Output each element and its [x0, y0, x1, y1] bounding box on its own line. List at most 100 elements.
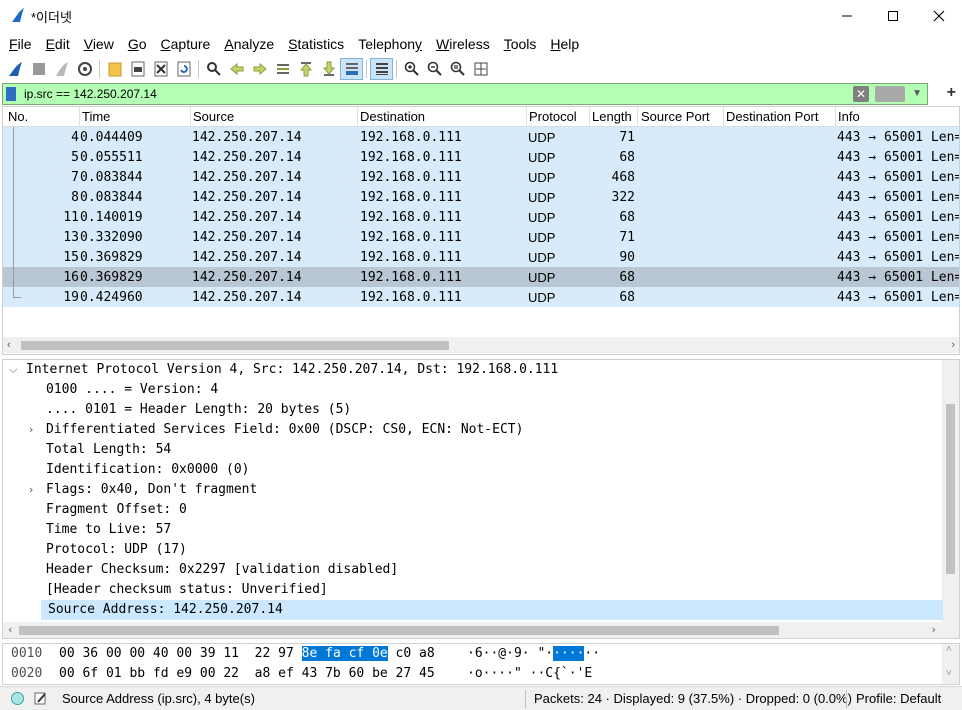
save-file-button[interactable] — [126, 58, 149, 80]
start-capture-button[interactable] — [4, 58, 27, 80]
go-to-packet-button[interactable] — [271, 58, 294, 80]
column-separator[interactable] — [357, 107, 358, 127]
status-profile[interactable]: Profile: Default — [856, 691, 941, 706]
column-separator[interactable] — [835, 107, 836, 127]
detail-tree-item[interactable]: [Header checksum status: Unverified] — [3, 580, 943, 600]
column-header-source[interactable]: Source — [193, 109, 234, 124]
detail-tree-item[interactable]: Fragment Offset: 0 — [3, 500, 943, 520]
packet-row[interactable]: 4 0.044409 142.250.207.14 192.168.0.111 UDP 7… — [3, 127, 959, 147]
column-separator[interactable] — [190, 107, 191, 127]
column-separator[interactable] — [723, 107, 724, 127]
scroll-left-icon[interactable]: ‹ — [7, 337, 11, 353]
go-first-packet-button[interactable] — [294, 58, 317, 80]
detail-tree-item[interactable]: Time to Live: 57 — [3, 520, 943, 540]
column-header-destination[interactable]: Destination — [360, 109, 425, 124]
detail-tree-item[interactable]: Source Address: 142.250.207.14 — [41, 600, 943, 620]
filter-history-dropdown-icon[interactable]: ▼ — [912, 88, 922, 99]
add-filter-button-icon[interactable]: + — [947, 84, 956, 102]
hex-dump[interactable]: 00 6f 01 bb fd e9 00 22 a8 ef 43 7b 60 b… — [59, 664, 435, 684]
scroll-left-icon[interactable]: ‹ — [7, 622, 14, 638]
packet-row[interactable]: 5 0.055511 142.250.207.14 192.168.0.111 UDP 6… — [3, 147, 959, 167]
packet-row[interactable]: 19 0.424960 142.250.207.14 192.168.0.111 UDP… — [3, 287, 959, 307]
column-header-source-port[interactable]: Source Port — [641, 109, 710, 124]
zoom-out-button[interactable] — [423, 58, 446, 80]
scroll-down-icon[interactable]: ˅ — [946, 668, 952, 679]
column-separator[interactable] — [637, 107, 638, 127]
open-file-button[interactable] — [103, 58, 126, 80]
scroll-right-icon[interactable]: › — [930, 622, 937, 638]
filter-text[interactable]: ip.src == 142.250.207.14 — [24, 87, 157, 101]
expert-info-icon[interactable] — [10, 691, 25, 706]
details-vscrollbar[interactable] — [942, 360, 959, 622]
go-forward-button[interactable] — [248, 58, 271, 80]
menu-help[interactable]: Help — [543, 32, 586, 56]
colorize-toggle[interactable] — [370, 58, 393, 80]
ascii-dump[interactable]: ·o····" ··C{`·'E — [467, 664, 592, 684]
column-separator[interactable] — [79, 107, 80, 127]
chevron-right-icon[interactable]: › — [29, 480, 33, 500]
close-file-button[interactable] — [149, 58, 172, 80]
close-button[interactable] — [916, 0, 962, 32]
zoom-reset-button[interactable] — [446, 58, 469, 80]
column-header-destination-port[interactable]: Destination Port — [726, 109, 819, 124]
edit-comment-icon[interactable] — [33, 691, 48, 706]
detail-tree-item[interactable]: .... 0101 = Header Length: 20 bytes (5) — [3, 400, 943, 420]
maximize-button[interactable] — [870, 0, 916, 32]
column-header-no[interactable]: No. — [8, 109, 28, 124]
packet-row[interactable]: 16 0.369829 142.250.207.14 192.168.0.111 UDP… — [3, 267, 959, 287]
detail-tree-item[interactable]: Header Checksum: 0x2297 [validation disa… — [3, 560, 943, 580]
packet-row[interactable]: 11 0.140019 142.250.207.14 192.168.0.111 UDP… — [3, 207, 959, 227]
clear-filter-icon[interactable]: ✕ — [853, 86, 869, 102]
menu-go[interactable]: Go — [121, 32, 154, 56]
chevron-right-icon[interactable]: › — [29, 420, 33, 440]
detail-tree-item[interactable]: Total Length: 54 — [3, 440, 943, 460]
details-hscrollbar[interactable]: ‹ › — [3, 622, 959, 638]
ascii-dump[interactable]: ·6··@·9· "······· — [467, 644, 600, 664]
detail-tree-item[interactable]: 0100 .... = Version: 4 — [3, 380, 943, 400]
zoom-in-button[interactable] — [400, 58, 423, 80]
packet-row[interactable]: 8 0.083844 142.250.207.14 192.168.0.111 UDP 3… — [3, 187, 959, 207]
find-packet-button[interactable] — [202, 58, 225, 80]
hex-dump[interactable]: 00 36 00 00 40 00 39 11 22 97 8e fa cf 0… — [59, 644, 435, 664]
detail-tree-item[interactable]: › Differentiated Services Field: 0x00 (DS… — [3, 420, 943, 440]
menu-analyze[interactable]: Analyze — [217, 32, 281, 56]
capture-options-button[interactable] — [73, 58, 96, 80]
scroll-thumb[interactable] — [19, 626, 779, 635]
column-separator[interactable] — [589, 107, 590, 127]
menu-tools[interactable]: Tools — [497, 32, 544, 56]
resize-columns-button[interactable] — [469, 58, 492, 80]
stop-capture-button[interactable] — [27, 58, 50, 80]
bytes-vscrollbar[interactable]: ˄ ˅ — [942, 644, 959, 684]
packet-list-hscrollbar[interactable]: ‹ › — [3, 337, 959, 353]
reload-file-button[interactable] — [172, 58, 195, 80]
menu-file[interactable]: File — [2, 32, 39, 56]
column-header-protocol[interactable]: Protocol — [529, 109, 577, 124]
scroll-thumb[interactable] — [946, 404, 955, 574]
column-header-time[interactable]: Time — [82, 109, 110, 124]
menu-telephony[interactable]: Telephony — [351, 32, 429, 56]
scroll-thumb[interactable] — [21, 341, 449, 350]
apply-filter-arrow-icon[interactable] — [875, 86, 905, 102]
column-separator[interactable] — [526, 107, 527, 127]
minimize-button[interactable] — [824, 0, 870, 32]
column-header-info[interactable]: Info — [838, 109, 860, 124]
scroll-up-icon[interactable]: ˄ — [946, 644, 952, 655]
packet-row[interactable]: 15 0.369829 142.250.207.14 192.168.0.111 UDP… — [3, 247, 959, 267]
go-last-packet-button[interactable] — [317, 58, 340, 80]
menu-view[interactable]: View — [77, 32, 121, 56]
bookmark-icon[interactable] — [6, 87, 16, 101]
autoscroll-toggle[interactable] — [340, 58, 363, 80]
detail-tree-item[interactable]: › Flags: 0x40, Don't fragment — [3, 480, 943, 500]
scroll-right-icon[interactable]: › — [951, 337, 955, 353]
detail-tree-item[interactable]: Identification: 0x0000 (0) — [3, 460, 943, 480]
menu-statistics[interactable]: Statistics — [281, 32, 351, 56]
detail-tree-item[interactable]: Protocol: UDP (17) — [3, 540, 943, 560]
packet-row[interactable]: 7 0.083844 142.250.207.14 192.168.0.111 UDP 4… — [3, 167, 959, 187]
menu-edit[interactable]: Edit — [39, 32, 77, 56]
menu-capture[interactable]: Capture — [154, 32, 218, 56]
restart-capture-button[interactable] — [50, 58, 73, 80]
display-filter-input[interactable]: ip.src == 142.250.207.14 ✕ ▼ — [2, 83, 928, 105]
menu-wireless[interactable]: Wireless — [429, 32, 497, 56]
detail-tree-item[interactable]: ⌵ Internet Protocol Version 4, Src: 142.2… — [3, 360, 943, 380]
go-back-button[interactable] — [225, 58, 248, 80]
